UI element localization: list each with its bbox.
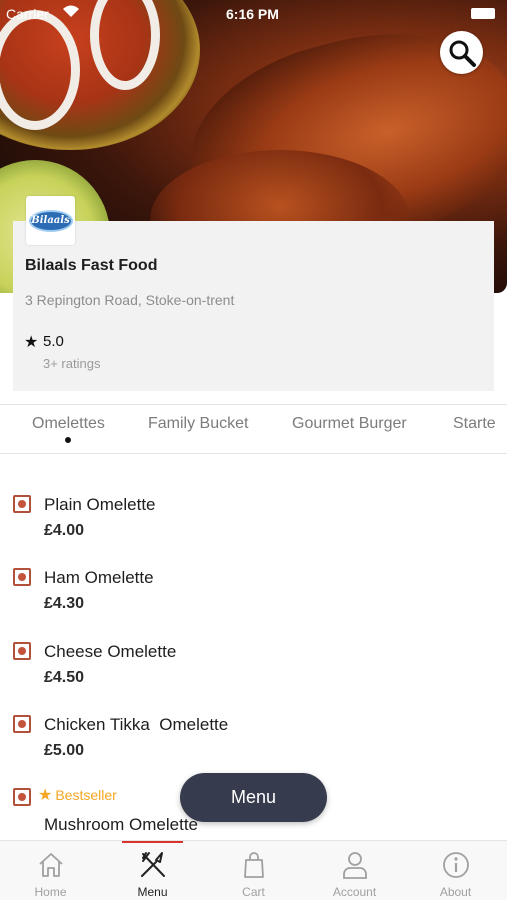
item-price: £4.00 [44,522,85,539]
battery-icon [471,8,495,19]
veg-marker-icon [13,568,31,586]
restaurant-info-card: Bilaals Bilaals Fast Food 3 Repington Ro… [13,196,494,391]
nav-account[interactable]: Account [304,841,405,900]
veg-marker-icon [13,788,31,806]
star-icon: ★ [38,787,53,804]
veg-marker-icon [13,495,31,513]
carrier-label: Carrier [6,6,49,22]
tab-gourmet-burger[interactable]: Gourmet Burger [292,415,407,433]
rating-value: 5.0 [43,333,64,350]
item-name: Mushroom Omelette [44,815,198,834]
nav-label: Cart [242,885,265,899]
item-price: £5.00 [44,742,85,759]
clock: 6:16 PM [226,6,279,22]
category-tabs: Omelettes Family Bucket Gourmet Burger S… [0,404,507,454]
search-button[interactable] [440,31,483,74]
veg-marker-icon [13,642,31,660]
nav-label: Home [34,885,67,899]
bestseller-badge: ★ Bestseller [38,785,117,805]
restaurant-logo: Bilaals [26,196,75,245]
nav-menu[interactable]: Menu [102,841,203,900]
tab-family-bucket[interactable]: Family Bucket [148,415,248,433]
bestseller-label: Bestseller [55,787,117,803]
nav-label: Menu [137,885,168,899]
restaurant-name: Bilaals Fast Food [25,257,158,274]
item-name: Ham Omelette [44,568,154,587]
nav-about[interactable]: About [405,841,506,900]
ratings-count: 3+ ratings [43,356,101,371]
list-item[interactable]: Cheese Omelette £4.50 [0,642,507,712]
list-item[interactable]: Plain Omelette £4.00 [0,495,507,565]
item-name: Plain Omelette [44,495,156,514]
veg-marker-icon [13,715,31,733]
item-price: £4.50 [44,669,85,686]
info-icon [443,852,469,878]
nav-label: About [439,885,472,899]
status-bar: Carrier 6:16 PM [0,0,507,28]
restaurant-address: 3 Repington Road, Stoke-on-trent [25,292,235,308]
shopping-bag-icon [244,852,264,878]
fork-knife-icon [141,852,165,877]
tab-omelettes[interactable]: Omelettes [32,415,105,433]
active-tab-indicator [65,437,71,443]
wifi-icon [63,5,79,17]
search-icon [449,40,476,67]
bottom-nav: Home Menu Cart Account About [0,840,507,900]
nav-home[interactable]: Home [0,841,101,900]
list-item[interactable]: Ham Omelette £4.30 [0,568,507,638]
menu-button[interactable]: Menu [180,773,327,822]
item-name: Chicken Tikka Omelette [44,715,229,734]
nav-cart[interactable]: Cart [203,841,304,900]
home-icon [39,853,63,877]
tab-starters[interactable]: Starte [453,415,496,433]
nav-label: Account [332,885,377,899]
star-icon: ★ [24,334,39,351]
item-name: Cheese Omelette [44,642,177,661]
logo-badge: Bilaals [28,209,73,232]
item-price: £4.30 [44,595,85,612]
user-icon [343,852,367,879]
